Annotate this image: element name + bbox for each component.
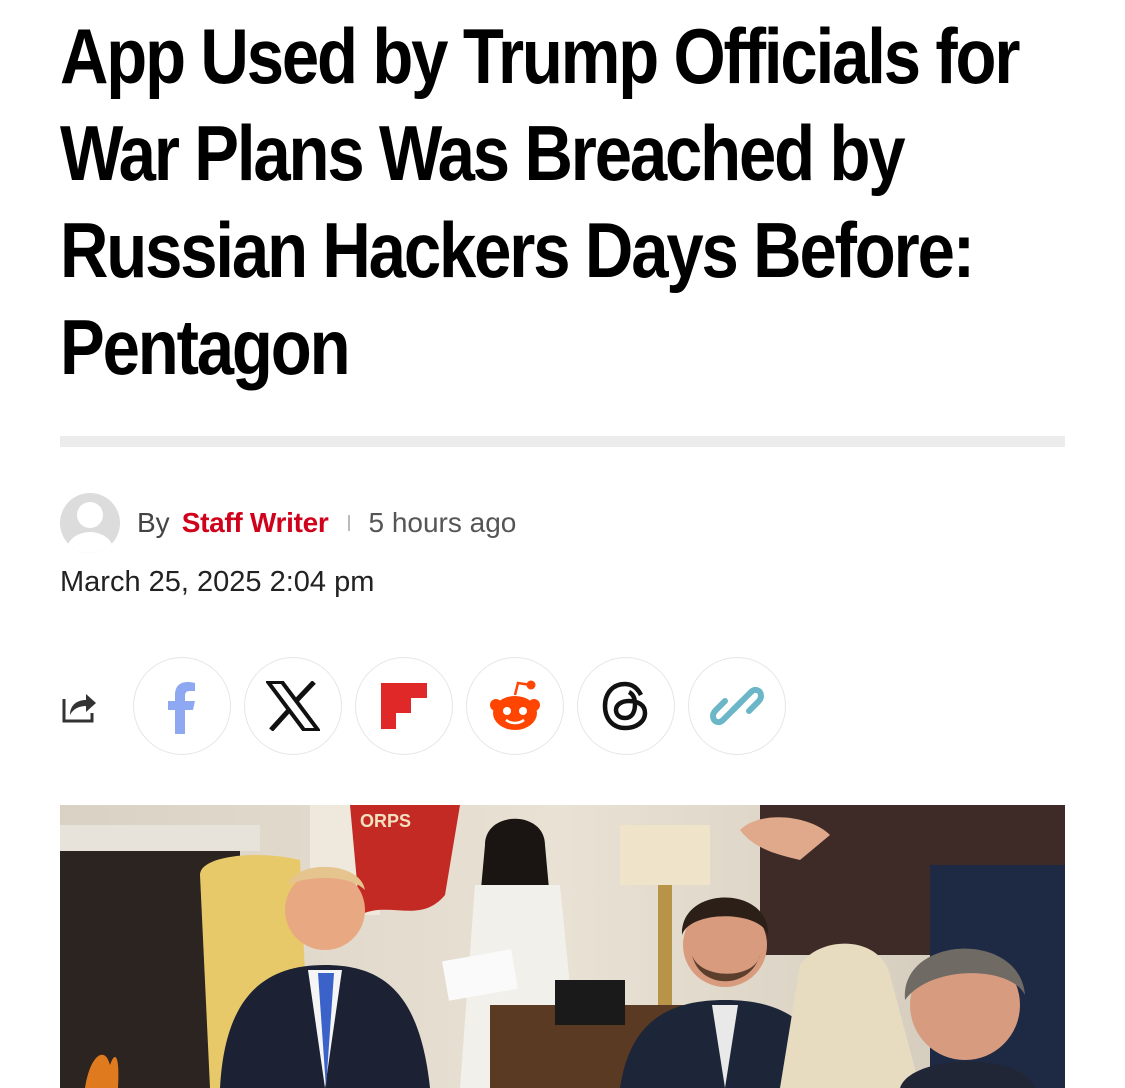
share-copy-link-button[interactable] <box>688 657 786 755</box>
byline-by-label: By <box>137 507 170 538</box>
threads-icon <box>601 680 651 732</box>
facebook-icon <box>162 676 202 736</box>
byline: By Staff Writer 5 hours ago <box>60 493 760 553</box>
author-avatar[interactable] <box>60 493 120 553</box>
headline-divider <box>60 436 1065 447</box>
share-reddit-button[interactable] <box>466 657 564 755</box>
flipboard-icon <box>379 681 429 731</box>
share-threads-button[interactable] <box>577 657 675 755</box>
photo-banner-text: ORPS <box>360 811 411 831</box>
x-icon <box>266 681 320 731</box>
relative-time: 5 hours ago <box>368 507 517 538</box>
article-photo[interactable]: ORPS <box>60 805 1065 1088</box>
reddit-icon <box>487 679 543 733</box>
author-link[interactable]: Staff Writer <box>182 507 329 539</box>
share-bar <box>60 657 800 757</box>
share-facebook-button[interactable] <box>133 657 231 755</box>
publish-date: March 25, 2025 2:04 pm <box>60 566 375 598</box>
share-icon[interactable] <box>60 687 98 725</box>
link-icon <box>707 676 767 736</box>
article-headline: App Used by Trump Officials for War Plan… <box>60 12 1020 391</box>
share-flipboard-button[interactable] <box>355 657 453 755</box>
byline-separator <box>348 515 351 531</box>
share-x-button[interactable] <box>244 657 342 755</box>
